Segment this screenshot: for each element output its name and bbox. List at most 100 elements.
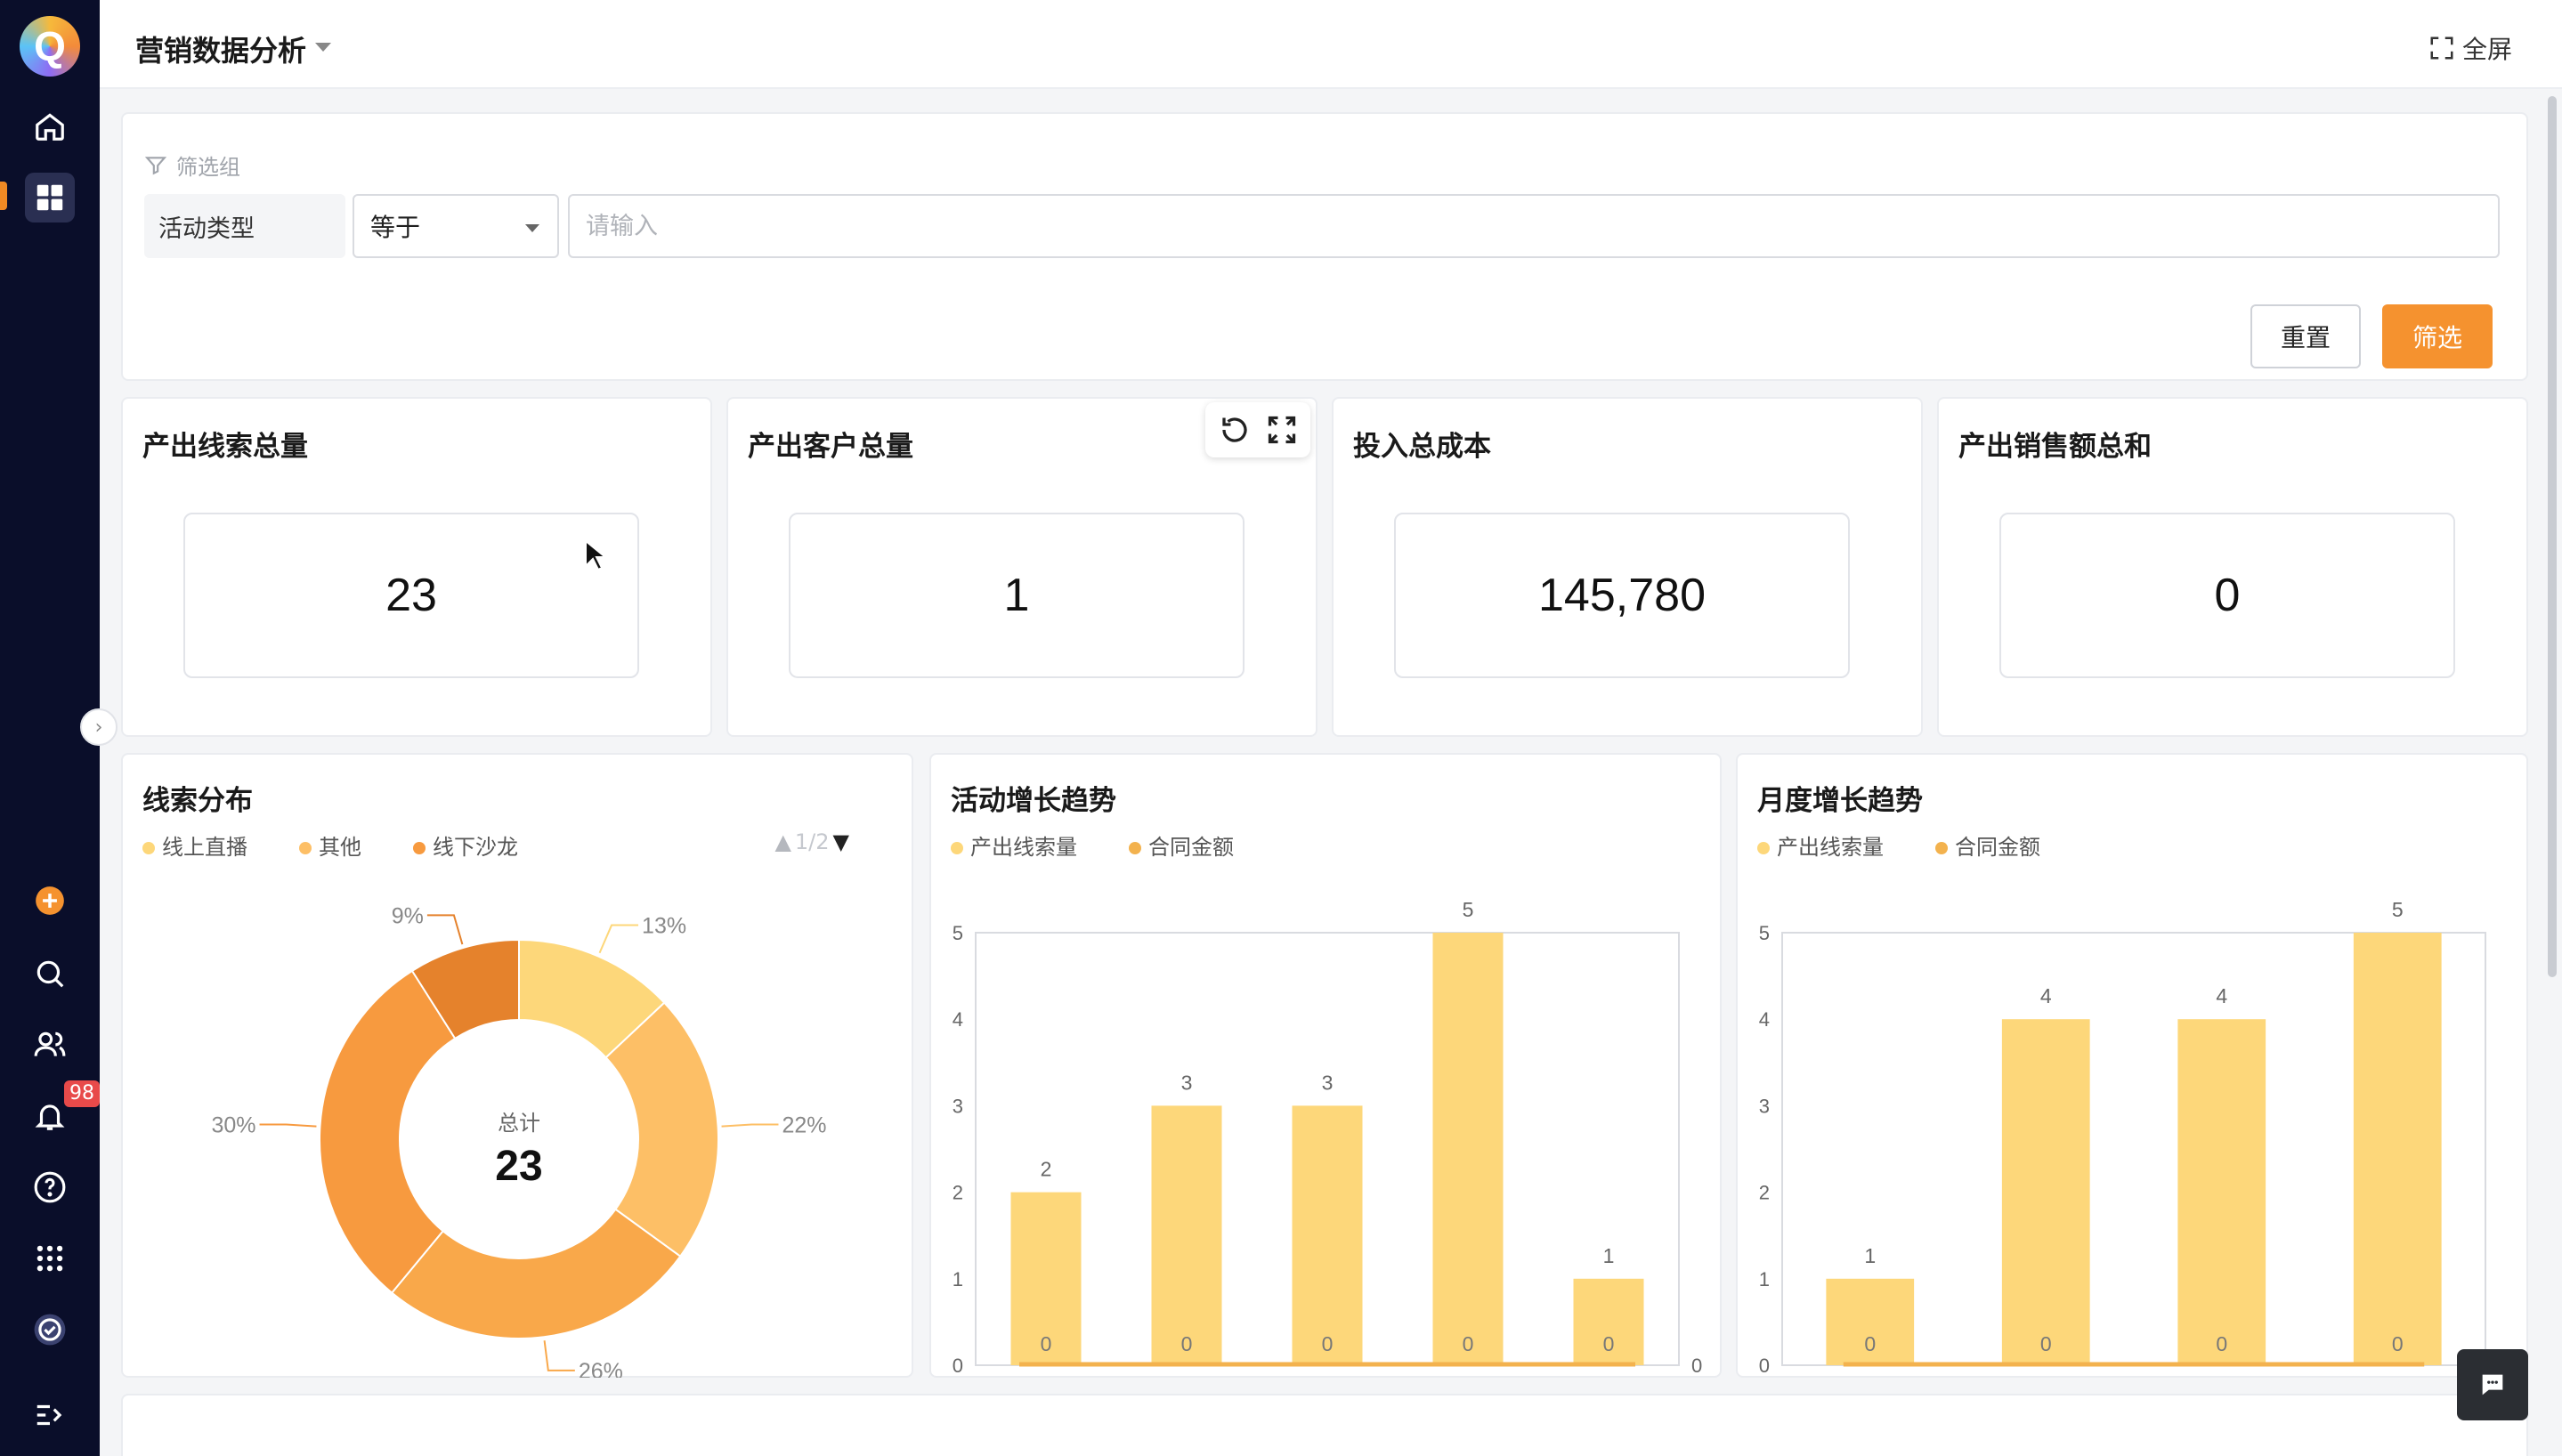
legend-item[interactable]: 线上直播 [142,829,247,861]
bar-value-label: 4 [2216,984,2227,1007]
y-tick-label: 5 [1759,922,1770,944]
bar [1151,1105,1222,1365]
fullscreen-button[interactable]: 全屏 [2428,30,2512,66]
filter-operator-select[interactable]: 等于 [353,194,559,258]
kpi-title: 产出客户总量 [748,431,913,463]
page-title[interactable]: 营销数据分析 [135,28,306,69]
kpi-card-cost: 投入总成本 145,780 [1332,397,1923,737]
chat-button[interactable] [2457,1349,2528,1420]
donut-label-line [259,1123,317,1128]
reset-button[interactable]: 重置 [2250,304,2361,368]
expand-icon[interactable] [1266,414,1298,446]
bar-value-label: 2 [1041,1158,1052,1181]
page-scrollbar[interactable] [2548,96,2557,977]
users-icon[interactable] [25,1020,75,1070]
bar-value-label: 5 [2392,898,2404,921]
fullscreen-label: 全屏 [2461,35,2512,64]
donut-label: 26% [579,1359,623,1378]
kpi-value: 145,780 [1394,513,1850,678]
donut-label: 9% [392,903,424,928]
check-badge-icon[interactable] [25,1305,75,1355]
donut-label-line [426,914,464,945]
expand-menu-icon[interactable] [25,1390,75,1440]
line-value-label: 0 [1463,1332,1474,1355]
y-tick-label: 3 [1759,1095,1770,1117]
y-tick-label: 2 [1759,1182,1770,1204]
help-icon[interactable] [25,1162,75,1212]
logo-letter: Q [34,23,66,69]
y-tick-label: 5 [953,922,963,944]
legend-item[interactable]: 合同金额 [1935,829,2040,861]
top-bar: 营销数据分析 全屏 [100,0,2562,89]
legend-item[interactable]: 产出线索量 [951,829,1077,861]
donut-center-value: 23 [495,1143,542,1190]
lead-distribution-panel: 线索分布 线上直播 其他 线下沙龙 ▲ 1/2 ▼ 13% 22% 26% 30% 9%… [121,753,913,1378]
kpi-value: 1 [789,513,1245,678]
kpi-card-leads: 产出线索总量 23 [121,397,712,737]
filter-panel: 筛选组 活动类型 等于 重置 筛选 [121,112,2528,381]
monthly-bar-chart: 0123450102022-08402022-10402022-09502022… [1759,898,2509,1377]
kpi-value: 23 [183,513,639,678]
chart-legend: 线上直播 其他 线下沙龙 [142,829,518,861]
chevron-down-icon [525,224,539,232]
legend-pager: ▲ 1/2 ▼ [774,829,849,854]
donut-label: 30% [211,1113,255,1138]
filter-value-input[interactable] [568,194,2500,258]
dashboard-icon[interactable] [25,173,75,222]
donut-label-line [598,924,639,954]
chart-title: 活动增长趋势 [951,785,1116,817]
donut-label: 13% [642,914,686,939]
pager-up-icon[interactable]: ▲ [774,829,790,854]
chart-title: 月度增长趋势 [1757,785,1923,817]
filter-operator-value: 等于 [370,213,421,242]
kpi-value: 0 [1999,513,2455,678]
y-tick-label: 0 [1759,1355,1770,1377]
kpi-title: 投入总成本 [1353,431,1491,463]
plus-circle-icon[interactable] [25,876,75,926]
y-tick-label: 3 [953,1095,963,1117]
y2-tick-label: 0 [1691,1355,1702,1377]
legend-item[interactable]: 线下沙龙 [413,829,518,861]
app-logo[interactable]: Q [20,16,80,77]
bar-value-label: 1 [1864,1244,1876,1267]
bottom-panel [121,1394,2528,1456]
search-icon[interactable] [25,949,75,999]
chart-legend: 产出线索量 合同金额 [951,829,1234,861]
filter-group-text: 筛选组 [176,155,240,180]
bar-value-label: 5 [1463,898,1474,921]
filter-field-label: 活动类型 [144,194,345,258]
line-value-label: 0 [1041,1332,1052,1355]
kpi-title: 产出线索总量 [142,431,308,463]
bar-value-label: 1 [1603,1244,1615,1267]
filter-group-label: 筛选组 [144,150,240,181]
chart-title: 线索分布 [142,785,253,817]
line-value-label: 0 [1322,1332,1334,1355]
y-tick-label: 4 [1759,1008,1770,1031]
bar [2001,1019,2090,1365]
line-value-label: 0 [1181,1332,1193,1355]
refresh-icon[interactable] [1219,414,1251,446]
legend-item[interactable]: 产出线索量 [1757,829,1884,861]
filter-submit-button[interactable]: 筛选 [2382,304,2493,368]
activity-bar-chart: 012345020线上直播30其他30线下沙龙50产品发布会10公开讲座 [953,898,1703,1377]
legend-item[interactable]: 合同金额 [1129,829,1234,861]
donut-label-line [721,1123,779,1128]
kpi-toolbar [1205,402,1310,457]
filter-icon [144,156,167,174]
donut-center-label: 总计 [498,1111,540,1136]
sidebar-collapse-button[interactable]: › [80,708,118,746]
kpi-card-customers: 产出客户总量 1 [726,397,1317,737]
notification-badge: 98 [64,1080,100,1107]
y-tick-label: 1 [1759,1268,1770,1290]
donut-label-line [543,1340,575,1371]
title-dropdown-icon[interactable] [315,43,331,52]
line-value-label: 0 [2392,1332,2404,1355]
y-tick-label: 4 [953,1008,963,1031]
line-value-label: 0 [2216,1332,2227,1355]
legend-item[interactable]: 其他 [299,829,361,861]
chart-legend: 产出线索量 合同金额 [1757,829,2040,861]
pager-down-icon[interactable]: ▼ [833,829,849,854]
line-value-label: 0 [1603,1332,1615,1355]
grid-icon[interactable] [25,1234,75,1283]
home-icon[interactable] [25,101,75,151]
